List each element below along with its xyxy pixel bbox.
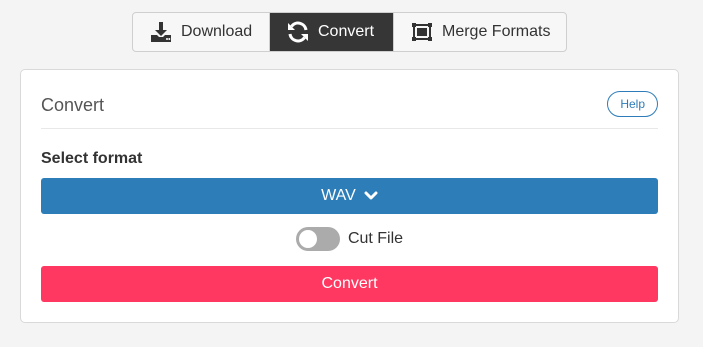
tab-merge-formats[interactable]: Merge Formats (393, 13, 566, 51)
merge-icon (410, 20, 434, 44)
chevron-down-icon (364, 191, 378, 201)
select-format-label: Select format (41, 150, 143, 167)
tab-convert[interactable]: Convert (269, 13, 393, 51)
divider (41, 128, 658, 129)
cut-file-toggle[interactable] (295, 227, 340, 251)
format-select-value: WAV (321, 187, 356, 204)
tab-download-label: Download (181, 23, 253, 40)
tab-download[interactable]: Download (133, 13, 269, 51)
cut-file-row: Cut File (21, 226, 678, 252)
card-title: Convert (41, 95, 105, 115)
convert-button[interactable]: Convert (41, 266, 658, 302)
convert-card: Convert Help Select format WAV Cut File … (20, 69, 679, 323)
toggle-knob (298, 230, 317, 248)
format-select[interactable]: WAV (41, 178, 658, 214)
download-icon (149, 20, 173, 44)
cut-file-label: Cut File (347, 230, 404, 247)
tab-bar: Download Convert Merge Formats (132, 12, 567, 52)
refresh-icon (286, 20, 310, 44)
tab-merge-formats-label: Merge Formats (442, 23, 551, 40)
tab-convert-label: Convert (318, 23, 375, 40)
help-button[interactable]: Help (607, 91, 658, 117)
